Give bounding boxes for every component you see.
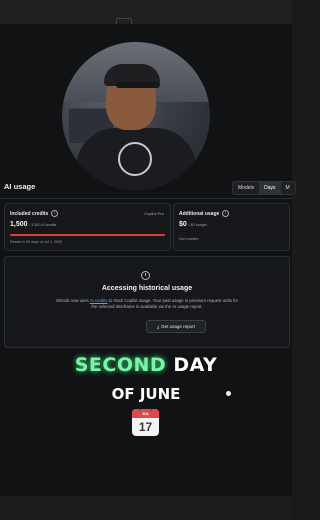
usage-value-text: $0 (179, 221, 187, 228)
info-icon[interactable]: i (222, 210, 230, 217)
clock-icon (141, 271, 150, 280)
calendar-ring (150, 409, 152, 412)
historical-usage-description: GitHub now uses AI credits to track Copi… (55, 298, 239, 310)
plan-tag: Copilot Pro (144, 211, 164, 216)
tab-models[interactable]: Models (233, 182, 259, 194)
reset-note: Resets in 29 days on Jul 1, 2026 (10, 240, 63, 244)
get-usage-report-button[interactable]: ⤓ Get usage report (146, 320, 206, 333)
historical-usage-title: Accessing historical usage (101, 285, 193, 292)
info-icon[interactable]: i (51, 210, 59, 217)
included-credits-card: Included credits i Copilot Pro 1,500/ 1,5… (4, 203, 171, 251)
additional-usage-card: Additional usage i $0/ $0 budget Not enab… (173, 203, 290, 251)
additional-usage-label-text: Additional usage (179, 210, 220, 217)
calendar-ring (139, 409, 141, 412)
divider (0, 198, 292, 199)
download-icon: ⤓ (157, 324, 160, 329)
top-bar (0, 0, 292, 25)
credits-progress-fill (10, 234, 165, 236)
tab-more[interactable]: M (281, 182, 295, 194)
caption-line-2: OF JUNE (111, 385, 181, 403)
additional-usage-value: $0/ $0 budget (179, 221, 207, 228)
view-segmented-control: Models Days M (232, 181, 296, 195)
caption-white-word: DAY (173, 354, 218, 376)
webcam-overlay (62, 42, 210, 190)
credits-value-text: 1,500 (10, 221, 28, 228)
calendar-emoji-icon: JUL 17 (132, 409, 159, 436)
bottom-bar (0, 496, 292, 520)
historical-usage-card: Accessing historical usage GitHub now us… (4, 256, 290, 348)
cap-bill (116, 82, 160, 88)
not-enabled-note: Not enabled (179, 237, 199, 241)
caption-line-1: SECOND DAY (0, 354, 292, 376)
budget-sub-text: / $0 budget (188, 223, 207, 227)
calendar-month: JUL (132, 409, 159, 418)
tab-days[interactable]: Days (259, 182, 281, 194)
credits-sub-text: / 1,500 AI credits (29, 223, 57, 227)
ai-credits-link[interactable]: AI credits (90, 298, 108, 303)
section-title: AI usage (4, 182, 36, 191)
get-usage-report-label: Get usage report (161, 324, 195, 329)
caption-green-word: SECOND (74, 354, 167, 376)
additional-usage-label: Additional usage i (179, 210, 230, 217)
desc-text-1: GitHub now uses (55, 298, 90, 303)
shirt-logo (118, 142, 152, 176)
calendar-day: 17 (138, 420, 153, 434)
included-credits-value: 1,500/ 1,500 AI credits (10, 221, 56, 228)
credits-progress-bar (10, 234, 165, 236)
included-credits-label: Included credits i (10, 210, 59, 217)
included-credits-label-text: Included credits (10, 210, 49, 217)
desc-text-2: to track Copilot usage. Your past usage … (91, 298, 239, 309)
cursor-dot (226, 391, 231, 396)
